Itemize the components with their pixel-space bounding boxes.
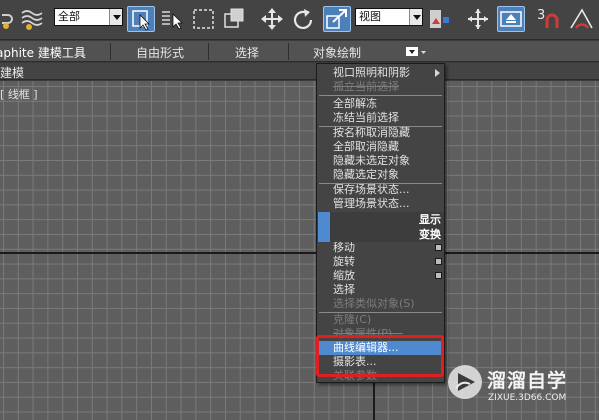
menu-item-move[interactable]: 移动 [317,241,444,255]
select-by-name-icon[interactable] [160,6,186,32]
reference-coordinate-dropdown[interactable]: 视图 [355,8,423,26]
menu-item-label: 保存场景状态... [333,183,410,196]
menu-item-label: 隐藏未选定对象 [333,154,410,167]
coordinate-system-value: 视图 [359,10,381,23]
settings-box-icon[interactable] [435,258,442,265]
menu-item-label: 对象属性(P)... [333,327,403,340]
menu-item-label: 选择 [333,283,355,296]
selection-filter-value: 全部 [58,10,80,23]
menu-item-label: 冻结当前选择 [333,111,399,124]
menu-item-label: 隐藏选定对象 [333,168,399,181]
settings-box-icon[interactable] [435,272,442,279]
tab-selection[interactable]: 选择 [235,44,259,61]
menu-item-label: 移动 [333,241,355,254]
menu-item-label: 全部取消隐藏 [333,140,399,153]
chevron-down-icon [109,9,122,25]
menu-item-unhide-by-name[interactable]: 按名称取消隐藏 [317,126,444,140]
watermark-logo-icon [448,365,482,399]
rotate-icon[interactable] [291,6,317,32]
use-pivot-icon[interactable] [427,6,453,32]
menu-item-label: 摄影表... [333,355,377,368]
menu-item-curve-editor[interactable]: 曲线编辑器... [317,341,444,355]
menu-item-label: 全部解冻 [333,97,377,110]
menu-item-isolate-selection: 孤立当前选择 [317,80,444,94]
quad-header-display[interactable]: 显示 [317,212,444,227]
menu-item-viewport-lighting-shadows[interactable]: 视口照明和阴影 [317,66,444,80]
menu-item-hide-unselected[interactable]: 隐藏未选定对象 [317,154,444,168]
quad-color-swatch [318,212,330,227]
quad-header-label: 变换 [419,228,441,241]
menu-item-manage-scene-states[interactable]: 管理场景状态... [317,197,444,211]
menu-item-label: 管理场景状态... [333,197,410,210]
menu-item-clone: 克隆(C) [317,313,444,327]
selection-filter-dropdown[interactable]: 全部 [54,8,123,26]
tab-freeform[interactable]: 自由形式 [136,44,184,61]
snaps-toggle-icon[interactable]: 3 [535,6,565,32]
ribbon-panel-bar: 建模 [0,63,599,80]
rect-selection-region-icon[interactable] [191,6,217,32]
select-manipulate-icon[interactable] [465,6,491,32]
quad-color-swatch [318,227,330,242]
menu-item-label: 缩放 [333,269,355,282]
ribbon-options-dropdown-icon[interactable] [406,46,428,58]
menu-item-select[interactable]: 选择 [317,283,444,297]
ribbon-divider [110,43,111,60]
ribbon-divider [208,43,209,60]
quad-menu: 视口照明和阴影 孤立当前选择 全部解冻 冻结当前选择 按名称取消隐藏 全部取消隐… [316,63,445,383]
settings-box-icon[interactable] [435,244,442,251]
menu-item-dope-sheet[interactable]: 摄影表... [317,355,444,369]
menu-item-unfreeze-all[interactable]: 全部解冻 [317,97,444,111]
menu-item-label: 选择类似对象(S) [333,297,415,310]
main-toolbar: 全部 视图 3 [0,0,599,40]
graphite-ribbon: aphite 建模工具 自由形式 选择 对象绘制 [0,41,599,62]
tab-graphite-modeling-tools[interactable]: aphite 建模工具 [0,44,86,61]
menu-item-unhide-all[interactable]: 全部取消隐藏 [317,140,444,154]
select-object-icon[interactable] [127,6,155,32]
menu-item-freeze-selection[interactable]: 冻结当前选择 [317,111,444,125]
menu-item-label: 孤立当前选择 [333,80,399,93]
menu-item-label: 克隆(C) [333,313,372,326]
angle-snap-icon[interactable] [568,6,596,32]
menu-item-hide-selection[interactable]: 隐藏选定对象 [317,168,444,182]
menu-item-save-scene-state[interactable]: 保存场景状态... [317,183,444,197]
quad-header-transform[interactable]: 变换 [317,227,444,242]
grid-axis-horizontal [0,252,599,254]
viewport-shading-label[interactable]: [ 线框 ] [0,86,38,102]
panel-title[interactable]: 建模 [0,64,24,81]
menu-item-rotate[interactable]: 旋转 [317,255,444,269]
link-icon[interactable] [0,6,16,32]
menu-item-select-similar: 选择类似对象(S) [317,297,444,311]
move-icon[interactable] [259,6,285,32]
menu-item-wire-parameters: 关联参数 [317,369,444,382]
menu-item-label: 旋转 [333,255,355,268]
bind-spacewarp-icon[interactable] [20,6,44,32]
menu-item-object-properties: 对象属性(P)... [317,327,444,341]
chevron-down-icon [409,9,422,25]
watermark-brand-name: 溜溜自学 [487,370,568,392]
quad-header-label: 显示 [419,213,441,226]
keyboard-shortcut-override-icon[interactable] [497,6,525,32]
scale-icon[interactable] [323,6,351,32]
watermark-url: ZIXUE.3D66.COM [488,393,567,403]
menu-item-label: 按名称取消隐藏 [333,126,410,139]
menu-item-label: 关联参数 [333,369,377,382]
window-crossing-icon[interactable] [222,6,248,32]
menu-item-label: 曲线编辑器... [333,341,399,354]
menu-item-label: 视口照明和阴影 [333,66,410,79]
tab-object-paint[interactable]: 对象绘制 [313,44,361,61]
ribbon-divider [288,43,289,60]
menu-item-scale[interactable]: 缩放 [317,269,444,283]
submenu-arrow-icon [435,69,440,77]
menu-separator [319,95,442,96]
